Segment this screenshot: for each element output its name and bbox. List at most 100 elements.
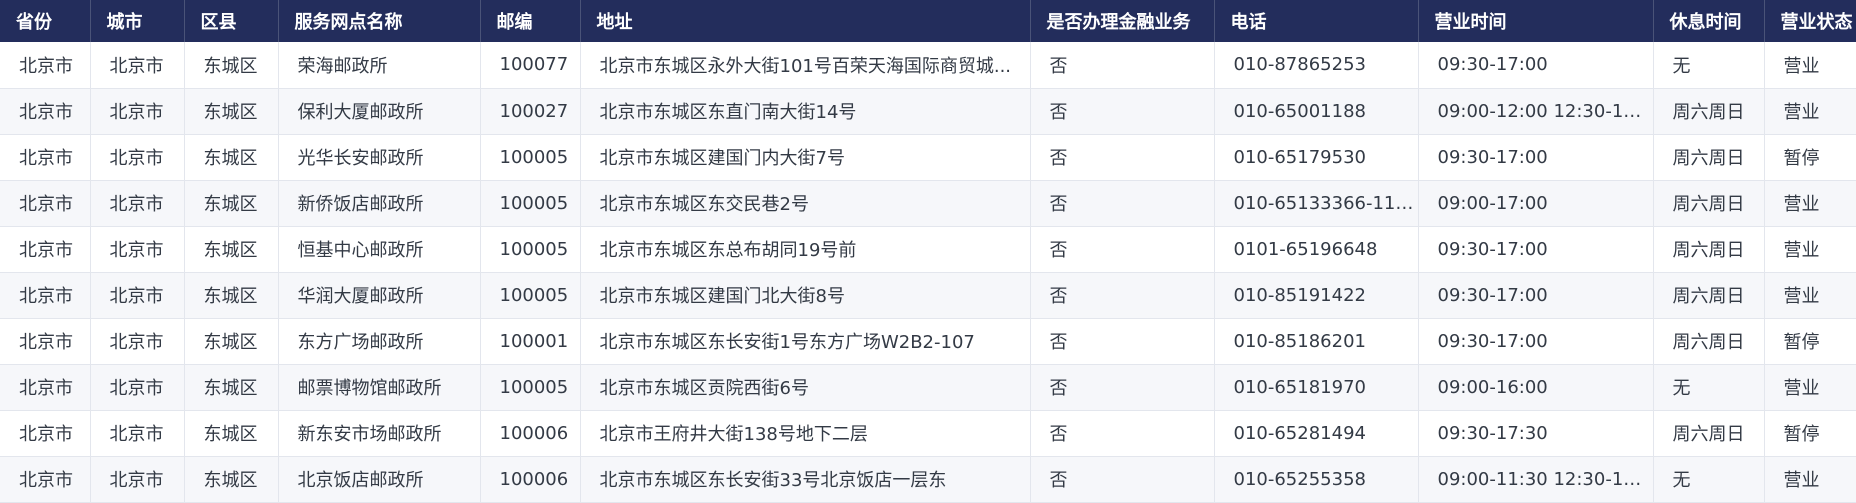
province-cell: 北京市: [0, 364, 91, 411]
business-hours-cell: 09:30-17:00: [1418, 42, 1654, 89]
column-header-postcode[interactable]: 邮编: [480, 0, 581, 42]
column-header-financial-service[interactable]: 是否办理金融业务: [1030, 0, 1215, 42]
district-cell: 东城区: [184, 364, 279, 411]
province-cell: 北京市: [0, 318, 91, 365]
business-hours-cell: 09:30-17:00: [1418, 272, 1654, 319]
phone-cell: 010-85191422: [1214, 272, 1419, 319]
rest-days-cell: 周六周日: [1653, 226, 1765, 273]
address-cell: 北京市东城区东直门南大街14号: [580, 88, 1031, 135]
postcode-cell: 100005: [480, 180, 581, 227]
phone-cell: 010-65001188: [1214, 88, 1419, 135]
table-row[interactable]: 北京市 北京市 东城区 保利大厦邮政所 100027 北京市东城区东直门南大街14号否 01…: [0, 88, 1856, 135]
outlet-name-cell: 新侨饭店邮政所: [278, 180, 481, 227]
outlet-name-cell: 荣海邮政所: [278, 42, 481, 89]
district-cell: 东城区: [184, 88, 279, 135]
city-cell: 北京市: [90, 410, 185, 457]
city-cell: 北京市: [90, 88, 185, 135]
district-cell: 东城区: [184, 410, 279, 457]
outlet-name-cell: 新东安市场邮政所: [278, 410, 481, 457]
rest-days-cell: 周六周日: [1653, 318, 1765, 365]
province-cell: 北京市: [0, 42, 91, 89]
outlet-name-cell: 华润大厦邮政所: [278, 272, 481, 319]
district-cell: 东城区: [184, 226, 279, 273]
column-header-address[interactable]: 地址: [580, 0, 1031, 42]
postcode-cell: 100027: [480, 88, 581, 135]
address-cell: 北京市王府井大街138号地下二层: [580, 410, 1031, 457]
province-cell: 北京市: [0, 88, 91, 135]
column-header-status[interactable]: 营业状态: [1764, 0, 1856, 42]
column-header-district[interactable]: 区县: [184, 0, 279, 42]
city-cell: 北京市: [90, 318, 185, 365]
post-office-table: 省份 城市 区县 服务网点名称 邮编 地址 是否办理金融业务 电话 营业时间 休…: [0, 0, 1856, 503]
column-header-phone[interactable]: 电话: [1214, 0, 1419, 42]
phone-cell: 010-65181970: [1214, 364, 1419, 411]
table-row[interactable]: 北京市 北京市 东城区 新侨饭店邮政所 100005 北京市东城区东交民巷2号否 010-6…: [0, 180, 1856, 227]
district-cell: 东城区: [184, 42, 279, 89]
postcode-cell: 100006: [480, 410, 581, 457]
table-row[interactable]: 北京市 北京市 东城区 光华长安邮政所 100005 北京市东城区建国门内大街7号否 010…: [0, 134, 1856, 181]
postcode-cell: 100001: [480, 318, 581, 365]
postcode-cell: 100005: [480, 364, 581, 411]
status-cell: 营业: [1764, 364, 1856, 411]
phone-cell: 010-65281494: [1214, 410, 1419, 457]
status-cell: 营业: [1764, 180, 1856, 227]
phone-cell: 010-65179530: [1214, 134, 1419, 181]
rest-days-cell: 周六周日: [1653, 180, 1765, 227]
table-row[interactable]: 北京市 北京市 东城区 恒基中心邮政所 100005 北京市东城区东总布胡同19号前否 01…: [0, 226, 1856, 273]
column-header-province[interactable]: 省份: [0, 0, 91, 42]
address-cell: 北京市东城区建国门北大街8号: [580, 272, 1031, 319]
province-cell: 北京市: [0, 226, 91, 273]
postcode-cell: 100077: [480, 42, 581, 89]
postcode-cell: 100005: [480, 272, 581, 319]
column-header-rest-days[interactable]: 休息时间: [1653, 0, 1765, 42]
business-hours-cell: 09:00-12:00 12:30-17:00: [1418, 88, 1654, 135]
table-row[interactable]: 北京市 北京市 东城区 北京饭店邮政所 100006 北京市东城区东长安街33号北京饭店一…: [0, 456, 1856, 503]
rest-days-cell: 周六周日: [1653, 410, 1765, 457]
status-cell: 营业: [1764, 226, 1856, 273]
phone-cell: 010-87865253: [1214, 42, 1419, 89]
table-row[interactable]: 北京市 北京市 东城区 华润大厦邮政所 100005 北京市东城区建国门北大街8号否 010…: [0, 272, 1856, 319]
table-row[interactable]: 北京市 北京市 东城区 荣海邮政所 100077 北京市东城区永外大街101号百荣天海国际…: [0, 42, 1856, 89]
outlet-name-cell: 光华长安邮政所: [278, 134, 481, 181]
status-cell: 暂停: [1764, 134, 1856, 181]
column-header-city[interactable]: 城市: [90, 0, 185, 42]
province-cell: 北京市: [0, 456, 91, 503]
column-header-outlet-name[interactable]: 服务网点名称: [278, 0, 481, 42]
business-hours-cell: 09:30-17:30: [1418, 410, 1654, 457]
phone-cell: 0101-65196648: [1214, 226, 1419, 273]
business-hours-cell: 09:30-17:00: [1418, 318, 1654, 365]
address-cell: 北京市东城区贡院西街6号: [580, 364, 1031, 411]
address-cell: 北京市东城区东交民巷2号: [580, 180, 1031, 227]
address-cell: 北京市东城区建国门内大街7号: [580, 134, 1031, 181]
city-cell: 北京市: [90, 272, 185, 319]
financial-service-cell: 否: [1030, 180, 1215, 227]
city-cell: 北京市: [90, 134, 185, 181]
financial-service-cell: 否: [1030, 134, 1215, 181]
outlet-name-cell: 东方广场邮政所: [278, 318, 481, 365]
financial-service-cell: 否: [1030, 272, 1215, 319]
outlet-name-cell: 邮票博物馆邮政所: [278, 364, 481, 411]
city-cell: 北京市: [90, 180, 185, 227]
table-row[interactable]: 北京市 北京市 东城区 新东安市场邮政所 100006 北京市王府井大街138号地下二层否…: [0, 410, 1856, 457]
city-cell: 北京市: [90, 42, 185, 89]
district-cell: 东城区: [184, 318, 279, 365]
province-cell: 北京市: [0, 134, 91, 181]
table-row[interactable]: 北京市 北京市 东城区 东方广场邮政所 100001 北京市东城区东长安街1号东方广场W2…: [0, 318, 1856, 365]
city-cell: 北京市: [90, 226, 185, 273]
business-hours-cell: 09:00-16:00: [1418, 364, 1654, 411]
business-hours-cell: 09:30-17:00: [1418, 226, 1654, 273]
district-cell: 东城区: [184, 134, 279, 181]
column-header-business-hours[interactable]: 营业时间: [1418, 0, 1654, 42]
phone-cell: 010-65133366-1104: [1214, 180, 1419, 227]
table-row[interactable]: 北京市 北京市 东城区 邮票博物馆邮政所 100005 北京市东城区贡院西街6号否 010-…: [0, 364, 1856, 411]
financial-service-cell: 否: [1030, 364, 1215, 411]
province-cell: 北京市: [0, 410, 91, 457]
outlet-name-cell: 保利大厦邮政所: [278, 88, 481, 135]
status-cell: 营业: [1764, 272, 1856, 319]
district-cell: 东城区: [184, 180, 279, 227]
rest-days-cell: 周六周日: [1653, 134, 1765, 181]
status-cell: 暂停: [1764, 410, 1856, 457]
business-hours-cell: 09:00-17:00: [1418, 180, 1654, 227]
district-cell: 东城区: [184, 456, 279, 503]
outlet-name-cell: 恒基中心邮政所: [278, 226, 481, 273]
